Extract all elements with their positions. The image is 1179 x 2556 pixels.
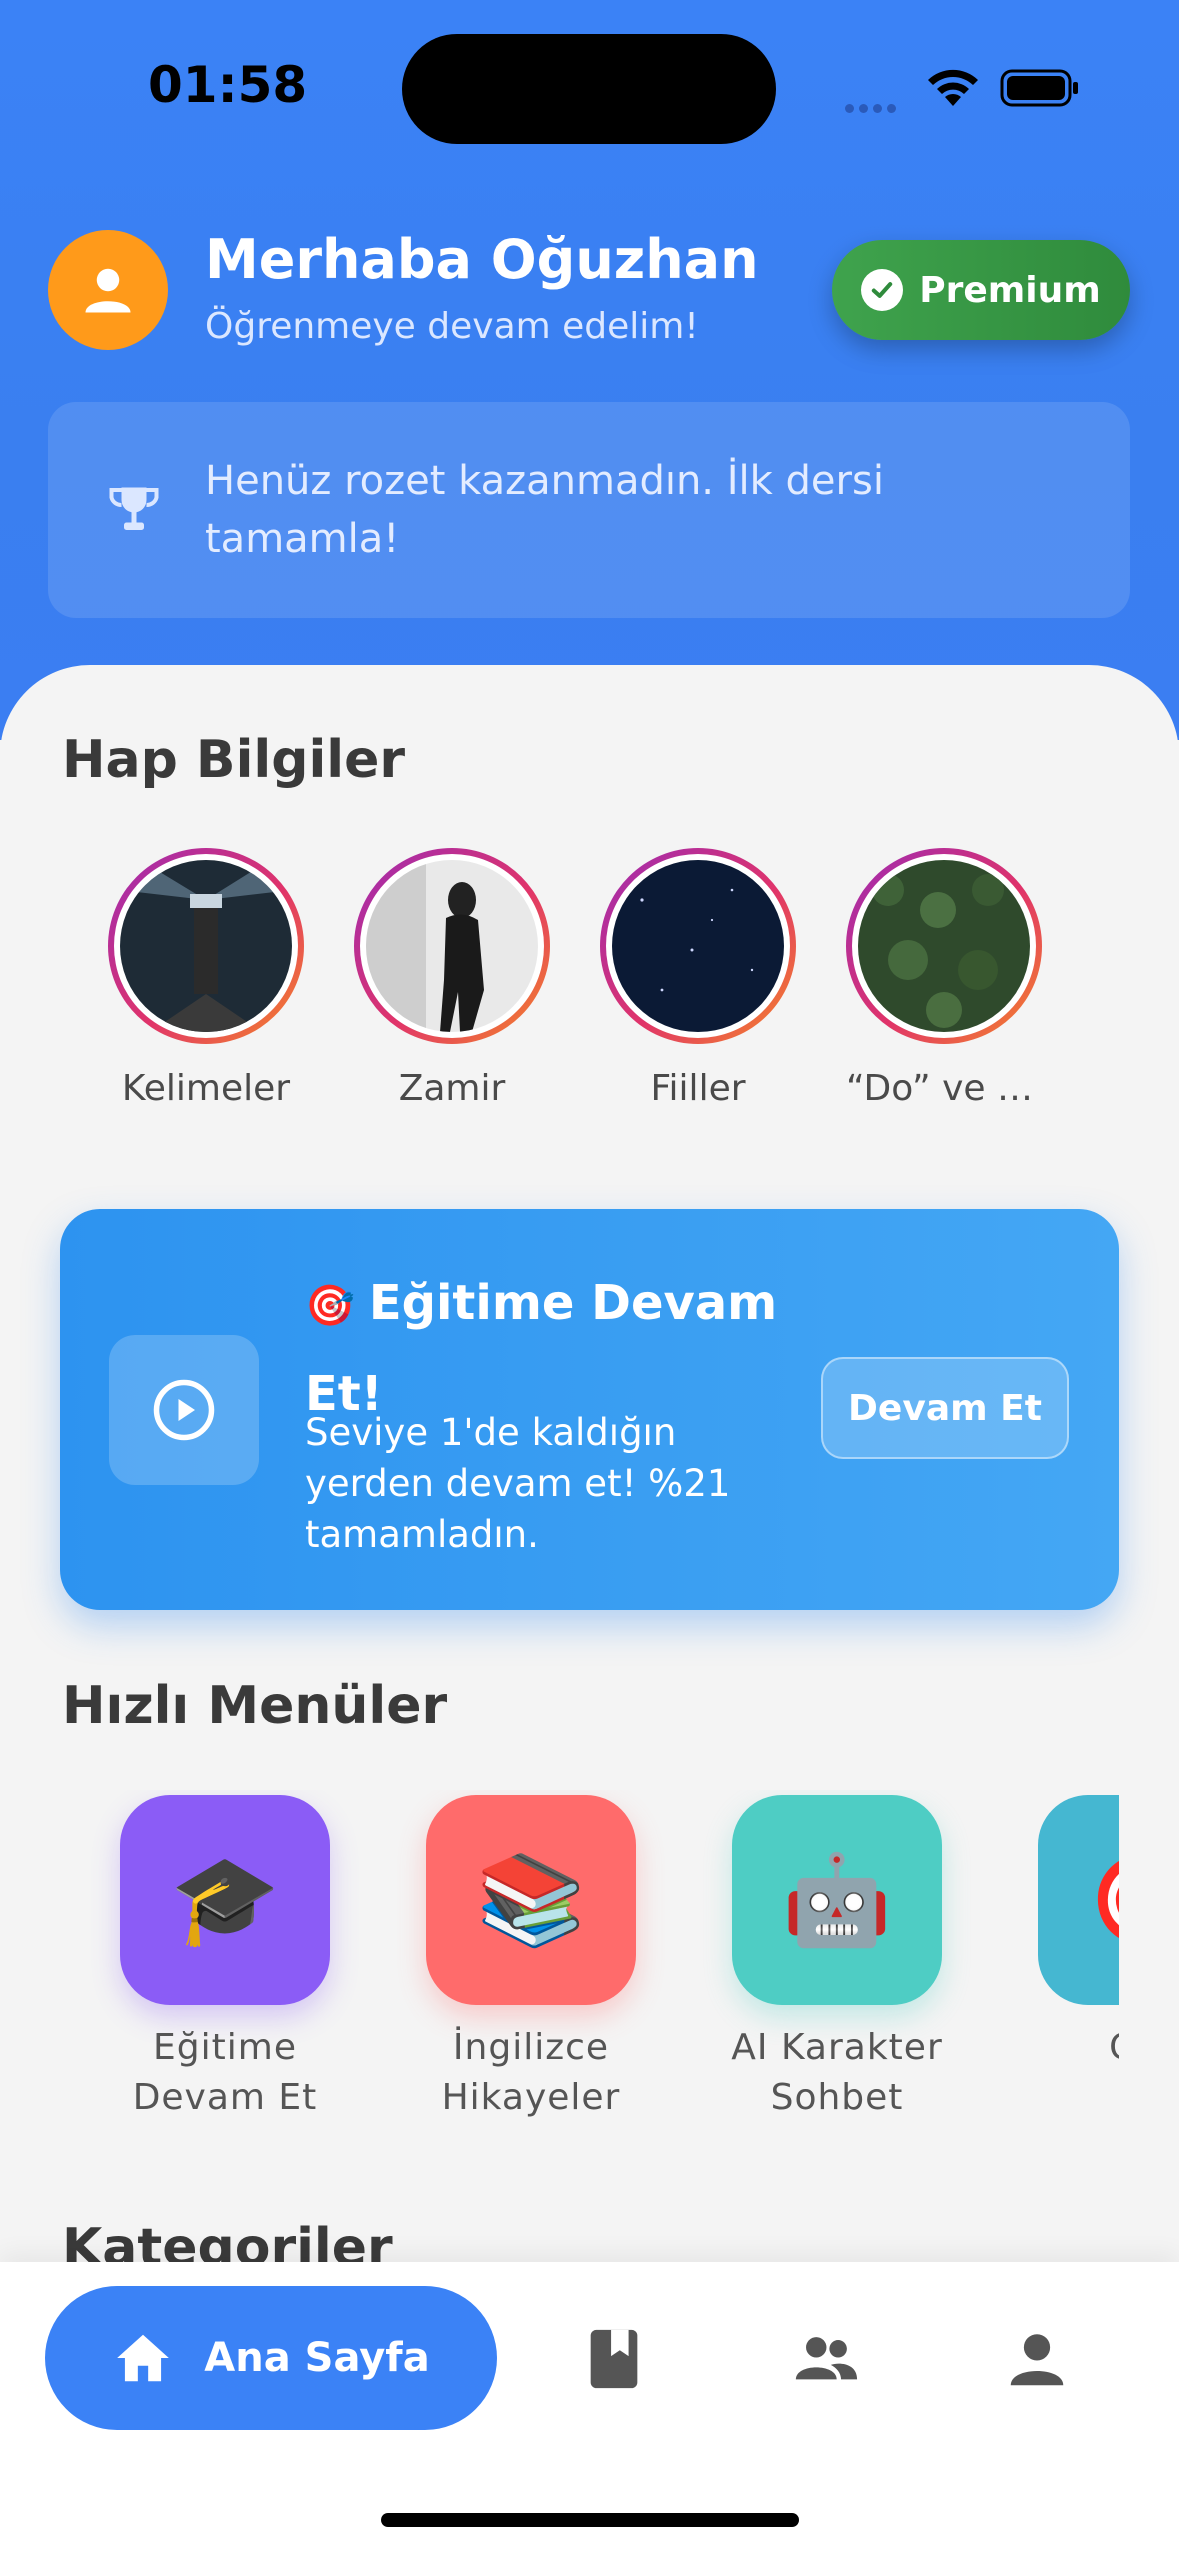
quick-menu-label-line: AI Karakter bbox=[731, 2027, 943, 2068]
quick-menu-label-line: İngilizce bbox=[452, 2027, 610, 2068]
story-label: Fiiller bbox=[650, 1068, 746, 1109]
book-icon[interactable] bbox=[579, 2324, 649, 2394]
quick-menu-label-line: Gör bbox=[1008, 2023, 1119, 2073]
battery-icon bbox=[1000, 69, 1078, 107]
story-image-forest bbox=[858, 860, 1030, 1032]
quick-menu-item[interactable]: 🎓 Eğitime Devam Et bbox=[90, 1795, 360, 2123]
badge-message: Henüz rozet kazanmadın. İlk dersi tamaml… bbox=[205, 458, 884, 562]
home-screen: 01:58 Merhaba Oğuzhan Öğrenmeye devam ed… bbox=[0, 0, 1179, 2556]
robot-icon: 🤖 bbox=[732, 1795, 942, 2005]
target-icon: 🎯 bbox=[305, 1283, 355, 1329]
badge-card[interactable]: Henüz rozet kazanmadın. İlk dersi tamaml… bbox=[48, 402, 1130, 618]
nav-home-label: Ana Sayfa bbox=[204, 2335, 430, 2381]
bottom-navigation: Ana Sayfa bbox=[0, 2262, 1179, 2556]
greeting-subtitle: Öğrenmeye devam edelim! bbox=[205, 306, 699, 347]
story-image-lighthouse bbox=[120, 860, 292, 1032]
quick-menu-label-line: Eğitime bbox=[153, 2027, 297, 2068]
quick-menu-label-line: Devam Et bbox=[132, 2077, 318, 2118]
trophy-icon bbox=[109, 487, 159, 530]
premium-badge-button[interactable]: Premium bbox=[832, 240, 1130, 340]
quick-menu-label: AI Karakter Sohbet bbox=[702, 2023, 972, 2123]
story-item[interactable]: “Do” ve “… bbox=[846, 848, 1042, 1109]
story-label: “Do” ve “… bbox=[846, 1068, 1042, 1109]
nav-home-button[interactable]: Ana Sayfa bbox=[45, 2286, 497, 2430]
quick-menu-label: Eğitime Devam Et bbox=[90, 2023, 360, 2123]
quick-menu-label-line: Hikayeler bbox=[441, 2077, 621, 2118]
story-label: Zamir bbox=[398, 1068, 506, 1109]
story-image-night-sky bbox=[612, 860, 784, 1032]
home-icon bbox=[117, 2334, 170, 2382]
story-label: Kelimeler bbox=[121, 1068, 291, 1109]
wifi-icon bbox=[928, 69, 978, 106]
quick-menus-title: Hızlı Menüler bbox=[62, 1676, 448, 1736]
quick-menu-label: İngilizce Hikayeler bbox=[396, 2023, 666, 2123]
story-item[interactable]: Zamir bbox=[354, 848, 550, 1109]
continue-learning-card[interactable]: 🎯 Eğitime Devam Et! Seviye 1'de kaldığın … bbox=[60, 1209, 1119, 1610]
people-icon[interactable] bbox=[790, 2324, 860, 2394]
status-time: 01:58 bbox=[148, 56, 308, 114]
target-icon: 🎯 bbox=[1038, 1795, 1119, 2005]
dynamic-island bbox=[402, 34, 776, 144]
quick-menu-label-line: Sohbet bbox=[770, 2077, 904, 2118]
home-indicator bbox=[381, 2513, 799, 2527]
quick-menu-item[interactable]: 🎯 Gör bbox=[1008, 1795, 1119, 2073]
quick-menu-item[interactable]: 🤖 AI Karakter Sohbet bbox=[702, 1795, 972, 2123]
user-icon bbox=[85, 268, 131, 313]
quick-menu-label: Gör bbox=[1008, 2023, 1119, 2073]
avatar[interactable] bbox=[48, 230, 168, 350]
greeting-title: Merhaba Oğuzhan bbox=[205, 228, 759, 291]
check-circle-icon bbox=[861, 269, 904, 311]
quick-menu-scroller[interactable]: 🎓 Eğitime Devam Et 📚 İngilizce Hikayeler… bbox=[0, 1790, 1119, 2150]
story-item[interactable]: Fiiller bbox=[600, 848, 796, 1109]
quick-menu-item[interactable]: 📚 İngilizce Hikayeler bbox=[396, 1795, 666, 2123]
signal-icon bbox=[845, 98, 905, 113]
continue-title-text: Eğitime Devam Et! bbox=[305, 1275, 778, 1422]
story-image-silhouette bbox=[366, 860, 538, 1032]
profile-icon[interactable] bbox=[1002, 2324, 1072, 2394]
continue-description: Seviye 1'de kaldığın yerden devam et! %2… bbox=[305, 1411, 731, 1556]
play-icon-tile[interactable] bbox=[109, 1335, 259, 1485]
books-icon: 📚 bbox=[426, 1795, 636, 2005]
premium-label: Premium bbox=[919, 269, 1101, 311]
play-circle-icon bbox=[153, 1379, 215, 1441]
continue-button[interactable]: Devam Et bbox=[821, 1357, 1069, 1459]
status-icons bbox=[845, 62, 1085, 113]
stories-title: Hap Bilgiler bbox=[62, 730, 406, 790]
graduation-cap-icon: 🎓 bbox=[120, 1795, 330, 2005]
story-item[interactable]: Kelimeler bbox=[108, 848, 304, 1109]
